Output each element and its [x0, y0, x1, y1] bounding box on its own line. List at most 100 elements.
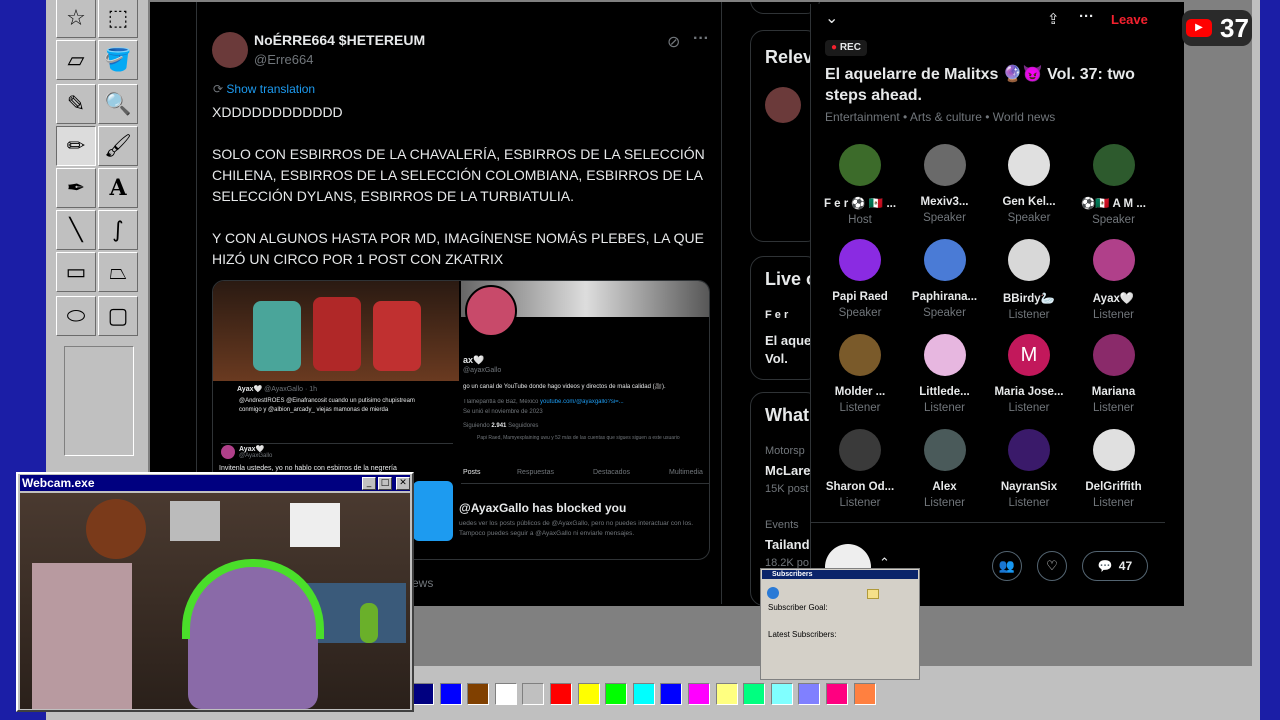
participant[interactable]: NayranSix Listener	[987, 429, 1071, 509]
close-button[interactable]: ✕	[396, 477, 410, 490]
text-tool[interactable]: A	[98, 168, 138, 208]
rectangle-tool[interactable]: ▭	[56, 252, 96, 292]
divider	[221, 443, 453, 444]
tweet-avatar[interactable]	[212, 32, 248, 68]
replies-button[interactable]: 💬 47	[1082, 551, 1148, 581]
participant[interactable]: Mexiv3... Speaker	[903, 144, 987, 224]
show-translation[interactable]: ⟳ Show translation	[213, 82, 413, 96]
palette-swatch[interactable]	[522, 683, 545, 705]
quote2-text: Invitenla ustedes, yo no hablo con esbir…	[219, 465, 397, 472]
profile-meta: Tlalnepantla de Baz, México youtube.com/…	[463, 399, 624, 405]
minimize-button[interactable]: _	[362, 477, 376, 490]
participant[interactable]: Molder ... Listener	[818, 334, 902, 414]
palette-swatch[interactable]	[577, 683, 600, 705]
live-user[interactable]: F e r	[765, 309, 788, 321]
magnifier-tool[interactable]: 🔍	[98, 84, 138, 124]
participant[interactable]: M Maria Jose... Listener	[987, 334, 1071, 414]
participant[interactable]: ⚽🇲🇽 A M ... Speaker	[1072, 144, 1156, 226]
profile-tab-media: Multimedia	[669, 469, 703, 476]
participant-name: Papi Raed	[832, 291, 888, 303]
polygon-tool[interactable]: ⏢	[98, 252, 138, 292]
participant[interactable]: Mariana Listener	[1072, 334, 1156, 414]
eraser-tool[interactable]: ▱	[56, 40, 96, 80]
palette-swatch[interactable]	[660, 683, 683, 705]
rec-dot-icon: ●	[831, 42, 838, 53]
participant[interactable]: Papi Raed Speaker	[818, 239, 902, 319]
participant-role: Listener	[1093, 497, 1134, 509]
fill-tool[interactable]: 🪣	[98, 40, 138, 80]
participant[interactable]: Littlede... Listener	[903, 334, 987, 414]
palette-swatch[interactable]	[412, 683, 434, 705]
participant[interactable]: DelGriffith Listener	[1072, 429, 1156, 509]
profile-tab-replies: Respuestas	[517, 469, 554, 476]
rounded-rect-tool[interactable]: ▢	[98, 296, 138, 336]
subscribers-title: Subscribers	[762, 570, 918, 579]
grok-icon[interactable]: ⊘	[667, 32, 680, 51]
share-icon[interactable]: ⇪	[1047, 10, 1060, 28]
participant-avatar	[1008, 144, 1050, 186]
more-options-icon[interactable]: ···	[1079, 8, 1094, 25]
participant-avatar: M	[1008, 334, 1050, 376]
rect-select-tool[interactable]: ⬚	[98, 0, 138, 38]
live-space-title-1[interactable]: El aque	[765, 333, 811, 348]
palette-swatch[interactable]	[853, 683, 876, 705]
cup-2	[313, 297, 361, 371]
relevant-title: Relev	[765, 47, 814, 67]
brush-tool[interactable]: 🖌	[98, 126, 138, 166]
free-select-tool[interactable]: ☆	[56, 0, 96, 38]
palette-swatch[interactable]	[467, 683, 490, 705]
quote-text: @AndrestIROES @Einafrancosit cuando un p…	[239, 398, 415, 413]
curve-tool[interactable]: ∫	[98, 210, 138, 250]
participant[interactable]: BBirdy🦢 Listener	[987, 239, 1071, 321]
participant[interactable]: Alex Listener	[903, 429, 987, 509]
participant-role: Listener	[1093, 402, 1134, 414]
tweet-author-name[interactable]: NoÉRRE664 $HETEREUM	[254, 32, 425, 48]
leave-button[interactable]: Leave	[1111, 12, 1148, 27]
participant-name: Maria Jose...	[994, 386, 1064, 398]
people-icon[interactable]: 👥	[992, 551, 1022, 581]
participant[interactable]: Ayax🤍 Listener	[1072, 239, 1156, 321]
react-heart-icon[interactable]: ♡	[1037, 551, 1067, 581]
line-tool[interactable]: ╲	[56, 210, 96, 250]
figure	[86, 499, 146, 559]
trend2-name[interactable]: Tailand	[765, 537, 810, 552]
more-icon[interactable]: ···	[693, 30, 709, 48]
maximize-button[interactable]: □	[378, 477, 392, 490]
trend1-name[interactable]: McLare	[765, 463, 811, 478]
participant[interactable]: F e r ⚽ 🇲🇽 ... Host	[818, 144, 902, 226]
participant-avatar	[839, 239, 881, 281]
pencil-tool[interactable]: ✏	[56, 126, 96, 166]
palette-swatch[interactable]	[605, 683, 628, 705]
palette-swatch[interactable]	[550, 683, 572, 705]
quote-author: Ayax🤍 @AyaxGallo · 1h	[237, 386, 318, 393]
participant[interactable]: Sharon Od... Listener	[818, 429, 902, 509]
trends-title: What	[765, 405, 809, 425]
live-space-title-2[interactable]: Vol.	[765, 351, 788, 366]
participant[interactable]: Gen Kel... Speaker	[987, 144, 1071, 224]
space-panel: ⌄ ⇪ ··· Leave ● REC El aquelarre de Mali…	[810, 4, 1165, 604]
space-title: El aquelarre de Malitxs 🔮😈 Vol. 37: two …	[825, 66, 1135, 104]
palette-swatch[interactable]	[632, 683, 655, 705]
airbrush-tool[interactable]: ✒	[56, 168, 96, 208]
profile-tab-highlights: Destacados	[593, 469, 630, 476]
palette-swatch[interactable]	[826, 683, 848, 705]
drinks-image	[213, 281, 459, 381]
participant-name: Molder ...	[834, 386, 886, 398]
palette-swatch[interactable]	[439, 683, 462, 705]
palette-swatch[interactable]	[798, 683, 821, 705]
participant-role: Speaker	[1092, 214, 1135, 226]
tweet-author-handle[interactable]: @Erre664	[254, 52, 313, 67]
palette-swatch[interactable]	[715, 683, 738, 705]
palette-swatch[interactable]	[688, 683, 710, 705]
palette-swatch[interactable]	[770, 683, 793, 705]
participant-name: Littlede...	[919, 386, 970, 398]
latest-subscribers: Latest Subscribers:	[768, 630, 837, 639]
participant-role: Speaker	[1007, 212, 1051, 224]
color-picker-tool[interactable]: ✎	[56, 84, 96, 124]
relevant-avatar[interactable]	[765, 87, 801, 123]
palette-swatch[interactable]	[743, 683, 766, 705]
palette-swatch[interactable]	[494, 683, 517, 705]
chevron-down-icon[interactable]: ⌄	[825, 8, 838, 27]
ellipse-tool[interactable]: ⬭	[56, 296, 96, 336]
participant[interactable]: Paphirana... Speaker	[903, 239, 987, 319]
